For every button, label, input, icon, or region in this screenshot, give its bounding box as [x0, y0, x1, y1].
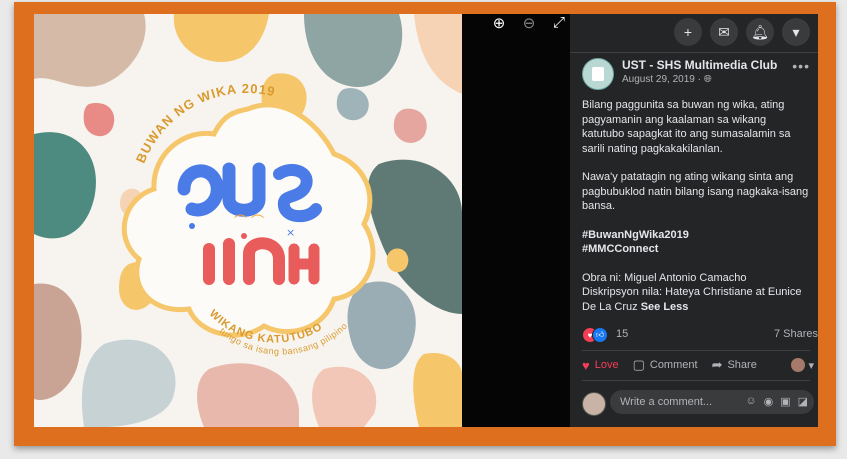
share-button[interactable]: ➦ Share [712, 357, 757, 373]
post-credits-2-text: Diskripsyon nila: Hateya Christiane at E… [582, 286, 802, 313]
love-label: Love [594, 359, 619, 371]
post-text: Bilang paggunita sa buwan ng wika, ating… [582, 98, 810, 314]
fullscreen-icon[interactable]: ⤢ [550, 14, 568, 32]
photo-viewer-background [462, 14, 570, 427]
commenter-avatar [582, 392, 606, 416]
comment-tools: ☺ ◉ ▣ ◪ [745, 395, 808, 408]
post-paragraph-1: Bilang paggunita sa buwan ng wika, ating… [582, 99, 791, 155]
chevron-down-icon: ▾ [808, 359, 814, 372]
love-button[interactable]: ♥ Love [582, 358, 619, 373]
picture-frame: ⌒ ⌒ × BUWAN NG WIKA 2019 WIKANG KATUTUBO [14, 2, 836, 446]
reactions-bar: ♥ 👍︎ 15 7 Shares [582, 326, 818, 344]
hashtag-link[interactable]: #BuwanNgWika2019 [582, 228, 810, 243]
divider [570, 52, 818, 53]
post-credits-2: Diskripsyon nila: Hateya Christiane at E… [582, 285, 810, 314]
hashtags: #BuwanNgWika2019 #MMCConnect [582, 228, 810, 257]
post-credits-1: Obra ni: Miguel Antonio Camacho [582, 271, 747, 284]
photo-text-layer: BUWAN NG WIKA 2019 WIKANG KATUTUBO tungo… [133, 81, 349, 357]
page-name-link[interactable]: UST - SHS Multimedia Club [622, 58, 777, 72]
comment-button[interactable]: ▢ Comment [633, 357, 698, 373]
divider [582, 380, 810, 381]
comment-composer: ☺ ◉ ▣ ◪ [582, 390, 814, 416]
camera-icon[interactable]: ◉ [764, 395, 774, 408]
emoji-icon[interactable]: ☺ [745, 395, 756, 408]
gif-icon[interactable]: ▣ [780, 395, 790, 408]
reaction-count[interactable]: 15 [616, 328, 628, 340]
globe-icon: 🌐︎ [703, 74, 712, 85]
sticker-icon[interactable]: ◪ [798, 395, 808, 408]
top-bar-icons: + ✉ 🔔︎ ▾ [674, 18, 810, 46]
post-actions: ♥ Love ▢ Comment ➦ Share ▾ [582, 354, 814, 376]
post-header: UST - SHS Multimedia Club August 29, 201… [582, 58, 810, 94]
user-avatar [791, 358, 806, 372]
share-arrow-icon: ➦ [711, 357, 723, 372]
page-avatar[interactable] [582, 58, 614, 90]
share-label: Share [727, 359, 757, 371]
see-less-link[interactable]: See Less [641, 301, 689, 313]
comment-icon: ▢ [632, 357, 645, 372]
like-reaction-icon: 👍︎ [592, 327, 608, 343]
post-timestamp[interactable]: August 29, 2019 · 🌐︎ [622, 74, 712, 85]
post-paragraph-2: Nawa'y patatagin ng ating wikang sinta a… [582, 171, 809, 212]
notifications-bell-icon[interactable]: 🔔︎ [746, 18, 774, 46]
zoom-in-icon[interactable]: ⊕ [490, 14, 508, 32]
comment-label: Comment [649, 359, 698, 371]
photo-title-text: BUWAN NG WIKA 2019 [133, 81, 276, 165]
post-date-text: August 29, 2019 · [622, 74, 704, 85]
divider [582, 350, 810, 351]
zoom-out-icon[interactable]: ⊖ [520, 14, 538, 32]
svg-text:BUWAN NG WIKA 2019: BUWAN NG WIKA 2019 [133, 81, 277, 165]
post-side-panel: + ✉ 🔔︎ ▾ UST - SHS Multimedia Club Augus… [570, 14, 818, 427]
screenshot-area: ⌒ ⌒ × BUWAN NG WIKA 2019 WIKANG KATUTUBO [34, 14, 818, 427]
hashtag-link[interactable]: #MMCConnect [582, 242, 810, 257]
heart-icon: ♥ [582, 357, 590, 373]
account-menu-chevron-icon[interactable]: ▾ [782, 18, 810, 46]
photo-zoom-controls: ⊕ ⊖ ⤢ [490, 14, 568, 32]
post-photo[interactable]: ⌒ ⌒ × BUWAN NG WIKA 2019 WIKANG KATUTUBO [34, 14, 462, 427]
post-as-selector[interactable]: ▾ [791, 358, 814, 372]
messenger-icon[interactable]: ✉ [710, 18, 738, 46]
shares-count[interactable]: 7 Shares [774, 328, 818, 340]
create-plus-icon[interactable]: + [674, 18, 702, 46]
more-options-icon[interactable]: ••• [792, 58, 810, 74]
